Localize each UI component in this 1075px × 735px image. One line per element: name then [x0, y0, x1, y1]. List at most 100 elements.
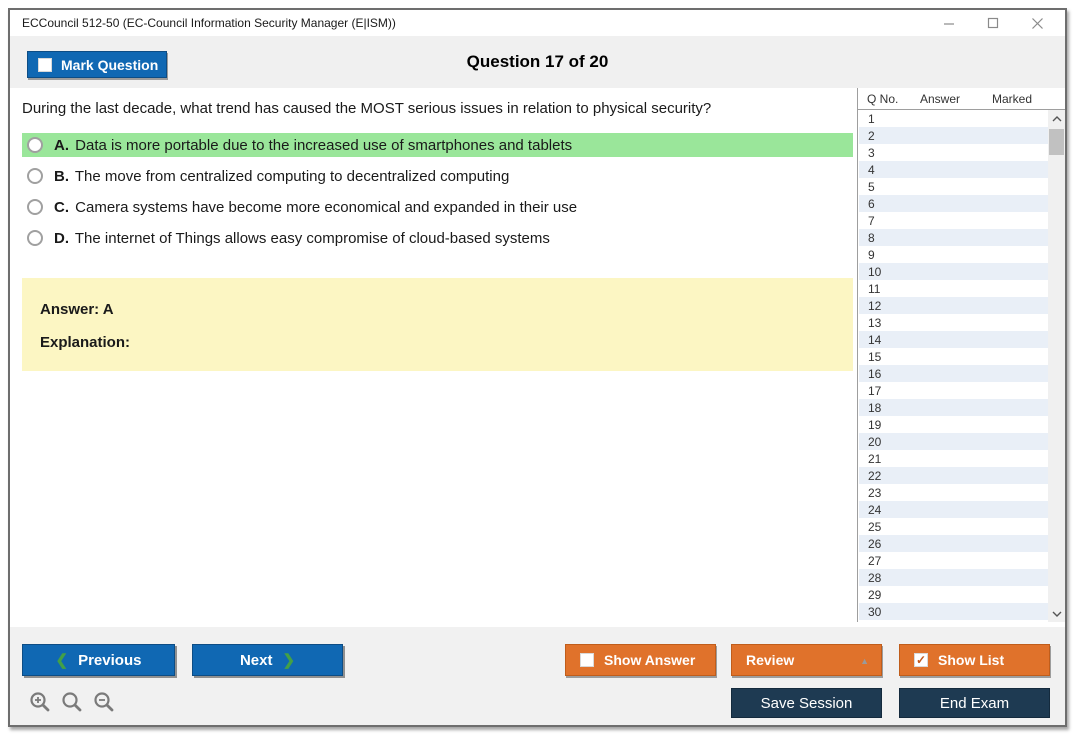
column-marked: Marked — [992, 92, 1033, 106]
question-list-panel: Q No. Answer Marked 1 2 3 4 5 6 7 8 9 10 11 12 13 14 1… — [857, 88, 1065, 622]
option-text: A. Data is more portable due to the incr… — [54, 136, 573, 154]
answer-option-a[interactable]: A. Data is more portable due to the incr… — [22, 133, 853, 157]
question-list-row[interactable]: 15 — [859, 348, 1048, 365]
radio-button[interactable] — [27, 199, 43, 215]
maximize-button[interactable] — [971, 11, 1015, 35]
scrollbar-thumb[interactable] — [1049, 129, 1064, 155]
zoom-in-icon — [30, 692, 50, 712]
question-list-row[interactable]: 25 — [859, 518, 1048, 535]
save-session-button[interactable]: Save Session — [731, 688, 882, 718]
mark-question-label: Mark Question — [61, 56, 159, 73]
question-number: 17 — [868, 384, 882, 398]
question-list-row[interactable]: 3 — [859, 144, 1048, 161]
chevron-right-icon: ❯ — [282, 652, 296, 669]
question-number: 25 — [868, 520, 882, 534]
question-list-row[interactable]: 20 — [859, 433, 1048, 450]
scroll-down-button[interactable] — [1048, 605, 1065, 622]
question-number: 28 — [868, 571, 882, 585]
question-list-row[interactable]: 7 — [859, 212, 1048, 229]
answer-explanation-box: Answer: A Explanation: — [22, 278, 853, 371]
question-number: 12 — [868, 299, 882, 313]
question-list-row[interactable]: 29 — [859, 586, 1048, 603]
mark-question-checkbox[interactable] — [38, 57, 52, 72]
radio-button[interactable] — [27, 137, 43, 153]
question-list-row[interactable]: 18 — [859, 399, 1048, 416]
question-text: During the last decade, what trend has c… — [22, 100, 712, 117]
question-list-row[interactable]: 24 — [859, 501, 1048, 518]
question-list-row[interactable]: 19 — [859, 416, 1048, 433]
option-text: B. The move from centralized computing t… — [54, 167, 510, 185]
show-answer-label: Show Answer — [604, 652, 696, 668]
minimize-button[interactable] — [927, 11, 971, 35]
option-text: C. Camera systems have become more econo… — [54, 198, 578, 216]
question-list-row[interactable]: 10 — [859, 263, 1048, 280]
magnifier-icon — [62, 692, 82, 712]
question-number: 29 — [868, 588, 882, 602]
show-list-button[interactable]: ✓ Show List — [899, 644, 1050, 676]
zoom-toolbar — [28, 690, 116, 714]
question-number: 23 — [868, 486, 882, 500]
question-list-row[interactable]: 13 — [859, 314, 1048, 331]
chevron-down-icon — [1052, 611, 1061, 617]
question-list-row[interactable]: 26 — [859, 535, 1048, 552]
question-list-row[interactable]: 17 — [859, 382, 1048, 399]
question-list-row[interactable]: 8 — [859, 229, 1048, 246]
question-number: 26 — [868, 537, 882, 551]
triangle-up-icon: ▲ — [860, 656, 869, 666]
question-list-row[interactable]: 21 — [859, 450, 1048, 467]
question-number: 1 — [868, 112, 875, 126]
question-list-row[interactable]: 14 — [859, 331, 1048, 348]
question-list-row[interactable]: 9 — [859, 246, 1048, 263]
save-session-label: Save Session — [760, 694, 853, 712]
question-number: 20 — [868, 435, 882, 449]
question-number: 5 — [868, 180, 875, 194]
show-list-label: Show List — [938, 652, 1005, 668]
show-list-checkbox[interactable]: ✓ — [914, 653, 928, 667]
answer-option-b[interactable]: B. The move from centralized computing t… — [22, 164, 853, 188]
next-button[interactable]: Next ❯ — [192, 644, 343, 676]
zoom-in-button[interactable] — [28, 690, 52, 714]
show-answer-button[interactable]: Show Answer — [565, 644, 716, 676]
question-list-row[interactable]: 30 — [859, 603, 1048, 620]
question-list-row[interactable]: 1 — [859, 110, 1048, 127]
question-list-row[interactable]: 11 — [859, 280, 1048, 297]
end-exam-button[interactable]: End Exam — [899, 688, 1050, 718]
question-list-row[interactable]: 2 — [859, 127, 1048, 144]
scroll-up-button[interactable] — [1048, 110, 1065, 127]
question-list-scrollbar[interactable] — [1048, 110, 1065, 622]
answer-option-c[interactable]: C. Camera systems have become more econo… — [22, 195, 853, 219]
window-title: ECCouncil 512-50 (EC-Council Information… — [22, 16, 396, 30]
column-answer: Answer — [920, 92, 961, 106]
radio-button[interactable] — [27, 168, 43, 184]
question-number: 4 — [868, 163, 875, 177]
question-number: 10 — [868, 265, 882, 279]
question-number: 6 — [868, 197, 875, 211]
question-list-row[interactable]: 4 — [859, 161, 1048, 178]
question-number: 3 — [868, 146, 875, 160]
question-list-row[interactable]: 5 — [859, 178, 1048, 195]
question-list-row[interactable]: 6 — [859, 195, 1048, 212]
close-button[interactable] — [1015, 11, 1059, 35]
next-label: Next — [239, 651, 273, 669]
question-list-row[interactable]: 27 — [859, 552, 1048, 569]
app-window: ECCouncil 512-50 (EC-Council Information… — [8, 8, 1067, 727]
question-number: 21 — [868, 452, 882, 466]
question-list-row[interactable]: 12 — [859, 297, 1048, 314]
question-list-row[interactable]: 16 — [859, 365, 1048, 382]
question-list-row[interactable]: 23 — [859, 484, 1048, 501]
answer-value: Answer: A — [40, 301, 114, 318]
radio-button[interactable] — [27, 230, 43, 246]
question-number: 11 — [868, 282, 881, 296]
zoom-reset-button[interactable] — [60, 690, 84, 714]
review-dropdown-button[interactable]: Review ▲ — [731, 644, 882, 676]
show-answer-checkbox[interactable] — [580, 653, 594, 667]
zoom-out-button[interactable] — [92, 690, 116, 714]
previous-button[interactable]: ❮ Previous — [22, 644, 175, 676]
close-icon — [1031, 17, 1043, 29]
question-number: 14 — [868, 333, 882, 347]
minimize-icon — [944, 23, 954, 25]
answer-option-d[interactable]: D. The internet of Things allows easy co… — [22, 226, 853, 250]
question-list-row[interactable]: 28 — [859, 569, 1048, 586]
question-list-row[interactable]: 22 — [859, 467, 1048, 484]
mark-question-button[interactable]: Mark Question — [27, 51, 167, 78]
